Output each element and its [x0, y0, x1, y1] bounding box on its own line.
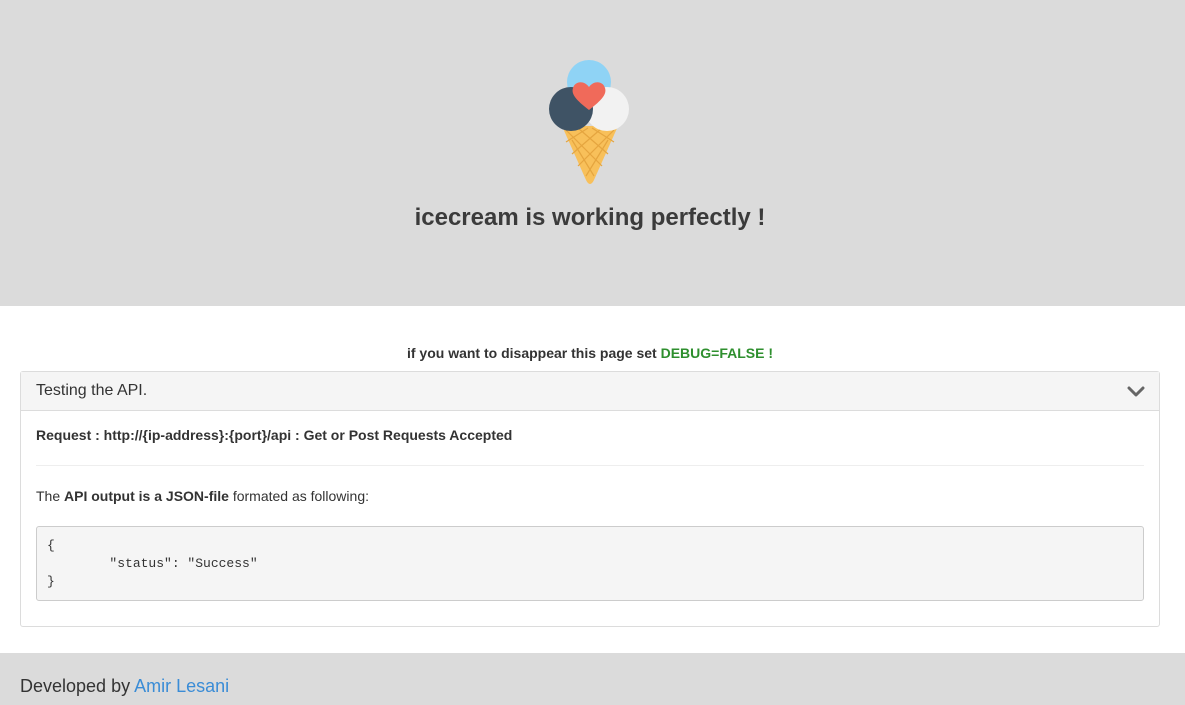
debug-note-text: if you want to disappear this page set	[406, 345, 657, 361]
json-code-block: { "status": "Success" }	[36, 526, 1144, 601]
debug-flag: DEBUG=FALSE !	[660, 345, 773, 361]
author-link[interactable]: Amir Lesani	[134, 676, 229, 696]
request-line: Request : http://{ip-address}:{port}/api…	[36, 427, 513, 443]
api-panel: Testing the API. Request : http://{ip-ad…	[20, 371, 1160, 627]
api-panel-title: Testing the API.	[36, 382, 148, 399]
footer-prefix: Developed by	[20, 676, 131, 696]
api-prefix: The	[36, 488, 61, 504]
api-suffix: formated as following:	[232, 488, 369, 504]
api-panel-header[interactable]: Testing the API.	[21, 372, 1159, 411]
api-description: The API output is a JSON-file formated a…	[36, 488, 369, 504]
footer: Developed by Amir Lesani	[0, 653, 1185, 705]
debug-note: if you want to disappear this page set D…	[0, 345, 1180, 361]
divider	[36, 465, 1144, 466]
chevron-down-icon[interactable]	[1127, 384, 1145, 400]
icecream-cone-icon	[549, 60, 629, 184]
page-title: icecream is working perfectly !	[414, 204, 766, 231]
footer-text: Developed by Amir Lesani	[20, 676, 229, 696]
api-bold: API output is a JSON-file	[64, 488, 229, 504]
hero-banner: icecream is working perfectly !	[0, 0, 1185, 306]
